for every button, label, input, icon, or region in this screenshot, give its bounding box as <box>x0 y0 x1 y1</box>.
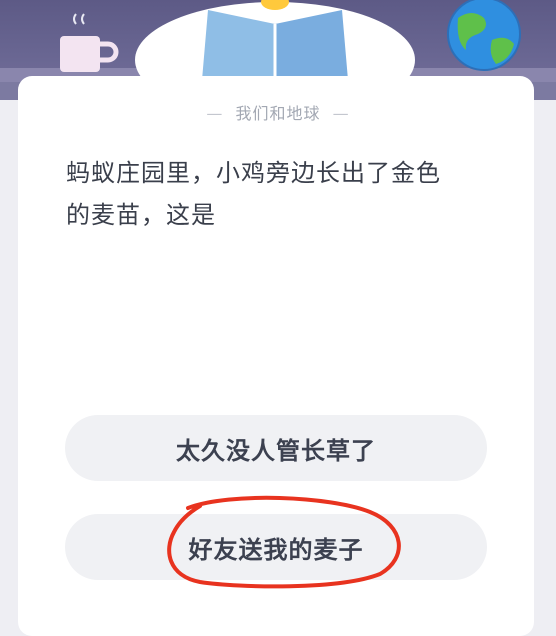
answer-option-2[interactable]: 好友送我的麦子 <box>65 514 487 580</box>
category-label: 我们和地球 <box>235 104 321 123</box>
earth-globe-icon <box>447 0 521 71</box>
question-category: — 我们和地球 — <box>0 100 556 124</box>
answer-option-1-label: 太久没人管长草了 <box>176 436 376 465</box>
question-line-2: 的麦苗，这是 <box>66 201 216 229</box>
mug-icon <box>60 13 119 72</box>
answer-option-1[interactable]: 太久没人管长草了 <box>65 415 487 481</box>
question-line-1: 蚂蚁庄园里，小鸡旁边长出了金色 <box>66 159 441 187</box>
question-text: 蚂蚁庄园里，小鸡旁边长出了金色 的麦苗，这是 <box>66 152 496 236</box>
answer-option-2-label: 好友送我的麦子 <box>188 535 364 564</box>
category-dash-left: — <box>206 104 224 123</box>
category-dash-right: — <box>332 104 350 123</box>
